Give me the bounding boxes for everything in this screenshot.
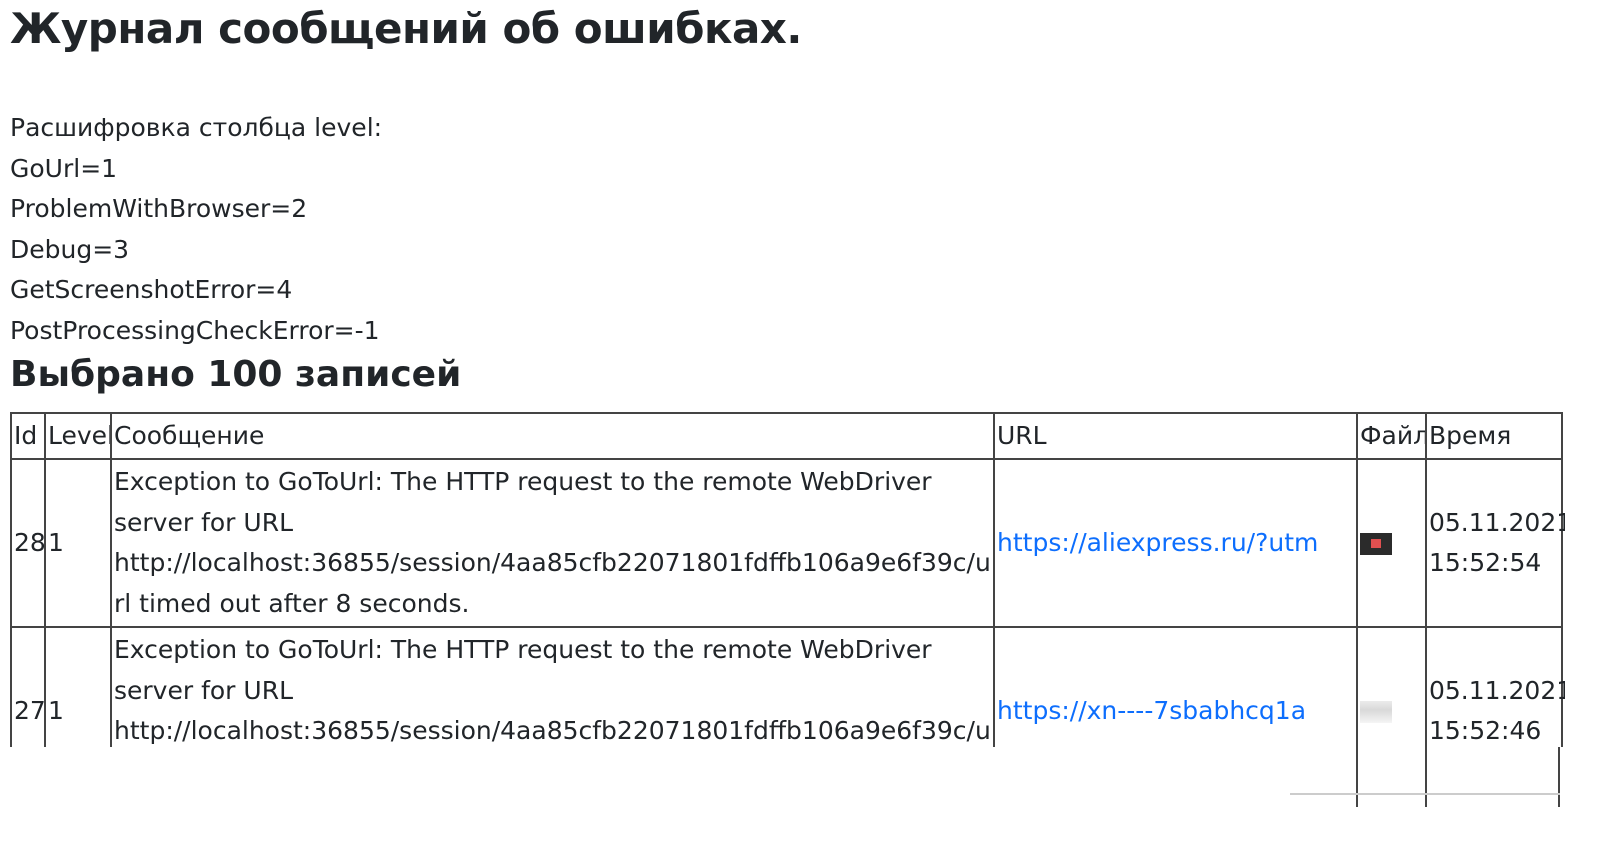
page-title: Журнал сообщений об ошибках.: [10, 4, 802, 53]
screenshot-thumbnail-icon[interactable]: [1360, 700, 1392, 723]
column-header-url: URL: [993, 412, 1358, 460]
cell-message: Exception to GoToUrl: The HTTP request t…: [110, 626, 995, 747]
cell-file: [1356, 626, 1427, 747]
table-border-fragment: [1356, 747, 1358, 807]
table-row: 27 1 Exception to GoToUrl: The HTTP requ…: [10, 626, 1565, 747]
column-header-message: Сообщение: [110, 412, 995, 460]
legend-item: GetScreenshotError=4: [10, 275, 293, 304]
table-border-fragment: [1290, 793, 1560, 795]
url-link[interactable]: https://aliexpress.ru/?utm: [997, 528, 1318, 557]
url-link[interactable]: https://xn----7sbabhcq1a: [997, 696, 1306, 725]
column-header-id: Id: [10, 412, 46, 460]
cell-id: 28: [10, 458, 46, 628]
legend-item: GoUrl=1: [10, 153, 118, 183]
cell-url: https://aliexpress.ru/?utm: [993, 458, 1358, 628]
screenshot-thumbnail-icon[interactable]: [1360, 532, 1392, 555]
table-border-fragment: [1425, 747, 1427, 807]
table-header-row: Id Level Сообщение URL Файл Время: [10, 412, 1563, 460]
cell-level: 1: [44, 626, 112, 747]
table-border-fragment: [1558, 747, 1560, 807]
column-header-file: Файл: [1356, 412, 1427, 460]
error-log-table-viewport: Id Level Сообщение URL Файл Время 28 1 E…: [10, 412, 1565, 747]
legend-item: ProblemWithBrowser=2: [10, 194, 308, 223]
cell-time: 05.11.2021 15:52:54: [1425, 458, 1565, 628]
legend-item: PostProcessingCheckError=-1: [10, 315, 380, 345]
level-legend: Расшифровка столбца level: GoUrl=1 Probl…: [10, 108, 382, 351]
cell-file: [1356, 458, 1427, 628]
cell-url: https://xn----7sbabhcq1a: [993, 626, 1358, 747]
legend-heading: Расшифровка столбца level:: [10, 113, 383, 142]
cell-time: 05.11.2021 15:52:46: [1425, 626, 1565, 747]
records-count-heading: Выбрано 100 записей: [10, 354, 462, 395]
cell-level: 1: [44, 458, 112, 628]
table-row: 28 1 Exception to GoToUrl: The HTTP requ…: [10, 458, 1565, 628]
cell-message: Exception to GoToUrl: The HTTP request t…: [110, 458, 995, 628]
error-log-table: Id Level Сообщение URL Файл Время 28 1 E…: [10, 412, 1565, 747]
column-header-level: Level: [44, 412, 112, 460]
cell-id: 27: [10, 626, 46, 747]
legend-item: Debug=3: [10, 234, 130, 264]
column-header-time: Время: [1425, 412, 1563, 460]
